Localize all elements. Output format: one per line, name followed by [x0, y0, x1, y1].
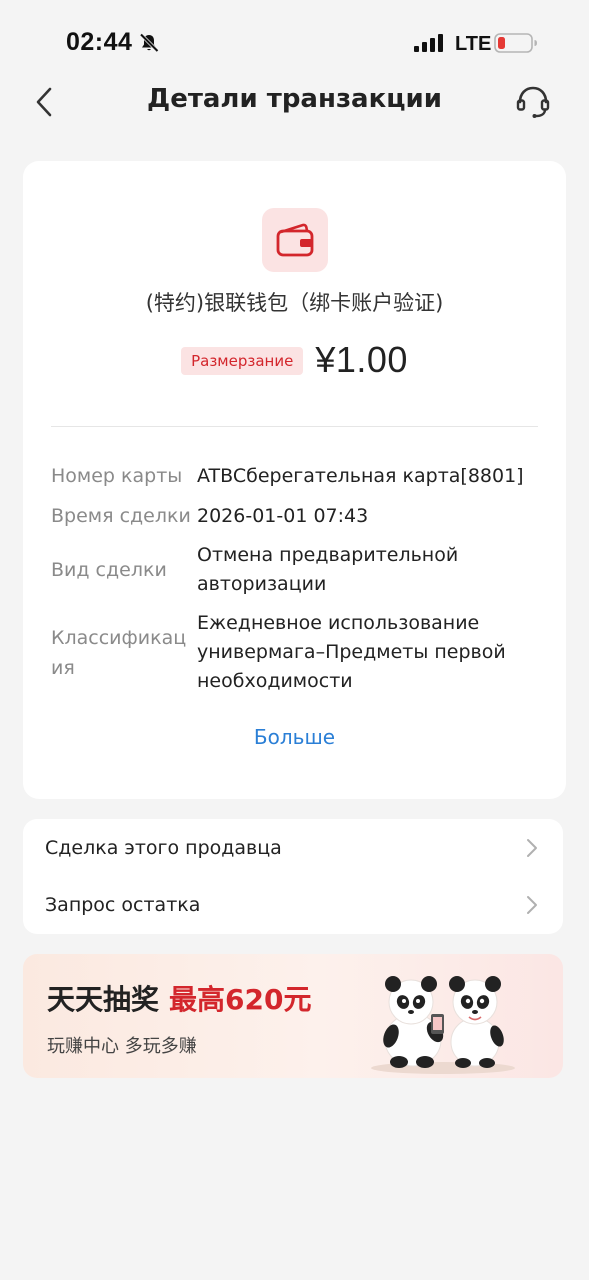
amount-row: Размерзание ¥1.00 [23, 339, 566, 381]
detail-row-time: Время сделки 2026-01-01 07:43 [51, 501, 546, 531]
detail-value: Ежедневное использование универмага–Пред… [197, 612, 506, 692]
promo-banner[interactable]: 天天抽奖 最高620元 玩赚中心 多玩多赚 [23, 954, 563, 1078]
more-link[interactable]: Больше [23, 725, 566, 749]
detail-label: Вид сделки [51, 559, 167, 581]
battery-low-icon [494, 33, 537, 53]
chevron-right-icon [527, 895, 537, 914]
detail-row-card-number: Номер карты ATBCберегательная карта[8801… [51, 461, 546, 491]
chevron-right-icon [527, 838, 537, 857]
customer-support-button[interactable] [511, 80, 555, 124]
balance-inquiry-row[interactable]: Запрос остатка [23, 876, 563, 933]
status-time: 02:44 [66, 28, 133, 56]
detail-label: Классификация [51, 626, 187, 679]
promo-subtitle: 玩赚中心 多玩多赚 [47, 1036, 197, 1057]
nav-bar: Детали транзакции [0, 70, 589, 134]
promo-title-row: 天天抽奖 最高620元 [47, 978, 311, 1018]
action-label: Сделка этого продавца [45, 836, 282, 859]
action-label: Запрос остатка [45, 893, 201, 916]
signal-icon [414, 34, 443, 52]
bell-slash-icon [139, 33, 159, 53]
detail-row-classification: Классификация Ежедневное использование у… [51, 609, 546, 696]
detail-value: Отмена предварительной авторизации [197, 544, 459, 595]
merchant-name: (特约)银联钱包（绑卡账户验证) [145, 291, 444, 315]
detail-label: Номер карты [51, 465, 183, 487]
detail-value: 2026-01-01 07:43 [197, 504, 369, 527]
headset-icon [516, 86, 550, 118]
status-badge: Размерзание [181, 347, 304, 375]
detail-label: Время сделки [51, 505, 191, 527]
merchant-badge [262, 208, 328, 272]
promo-title: 天天抽奖 [47, 983, 160, 1016]
page-title: Детали транзакции [147, 84, 442, 114]
detail-row-type: Вид сделки Отмена предварительной автори… [51, 541, 546, 599]
network-label: LTE [455, 33, 492, 55]
wallet-icon [276, 223, 314, 257]
actions-card: Сделка этого продавца Запрос остатка [23, 819, 563, 934]
transaction-details: Номер карты ATBCберегательная карта[8801… [51, 461, 546, 706]
transaction-amount: ¥1.00 [315, 339, 408, 380]
screen: 02:44 LTE Детали транзакции (特约)银联钱包（绑卡账… [0, 0, 589, 1280]
status-bar: 02:44 LTE [0, 0, 589, 70]
promo-highlight: 最高620元 [169, 983, 312, 1016]
merchant-transactions-row[interactable]: Сделка этого продавца [23, 819, 563, 876]
detail-value: ATBCберегательная карта[8801] [197, 464, 524, 487]
transaction-card: (特约)银联钱包（绑卡账户验证) Размерзание ¥1.00 Номер… [23, 161, 566, 799]
divider [51, 426, 538, 427]
panda-mascots-image [371, 976, 515, 1074]
